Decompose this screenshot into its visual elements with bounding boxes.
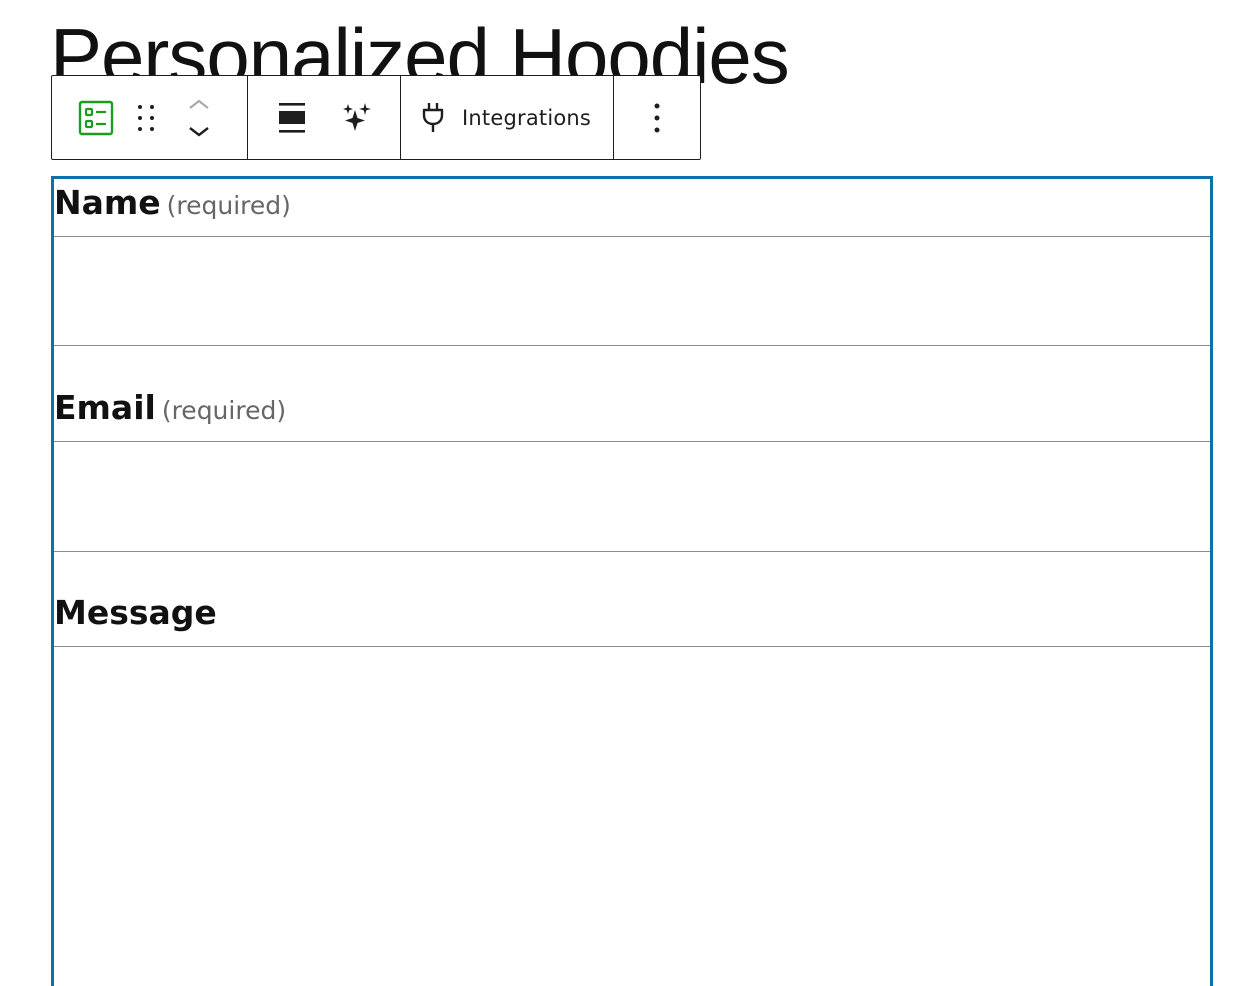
email-input[interactable] (54, 442, 1210, 551)
name-label-text: Name (54, 183, 161, 222)
align-full-width-icon[interactable] (275, 98, 309, 138)
block-mover (186, 93, 212, 143)
chevron-down-icon[interactable] (186, 121, 212, 143)
contact-form-block[interactable]: Name (required) Email (required) Message (51, 176, 1213, 986)
name-input[interactable] (54, 237, 1210, 345)
name-required-hint: (required) (166, 191, 291, 220)
name-field-label: Name (required) (54, 183, 291, 222)
message-label-text: Message (54, 593, 217, 632)
plug-icon (420, 101, 446, 135)
drag-handle-icon[interactable] (132, 98, 160, 138)
integrations-button[interactable]: Integrations (420, 101, 591, 135)
form-block-icon[interactable] (76, 98, 116, 138)
message-field[interactable] (54, 646, 1210, 986)
chevron-up-icon[interactable] (186, 93, 212, 115)
toolbar-group-options (614, 76, 700, 159)
name-field[interactable] (54, 236, 1210, 346)
integrations-label: Integrations (462, 105, 592, 130)
toolbar-group-block (52, 76, 248, 159)
toolbar-group-layout (248, 76, 401, 159)
email-required-hint: (required) (161, 396, 287, 425)
more-vertical-icon[interactable] (647, 98, 667, 138)
toolbar-group-integrations: Integrations (401, 76, 614, 159)
email-field[interactable] (54, 441, 1210, 552)
message-field-label: Message (54, 593, 217, 632)
message-textarea[interactable] (54, 647, 1210, 986)
email-field-label: Email (required) (54, 388, 286, 427)
sparkle-icon[interactable] (339, 98, 375, 138)
block-toolbar: Integrations (51, 75, 701, 160)
email-label-text: Email (54, 388, 156, 427)
